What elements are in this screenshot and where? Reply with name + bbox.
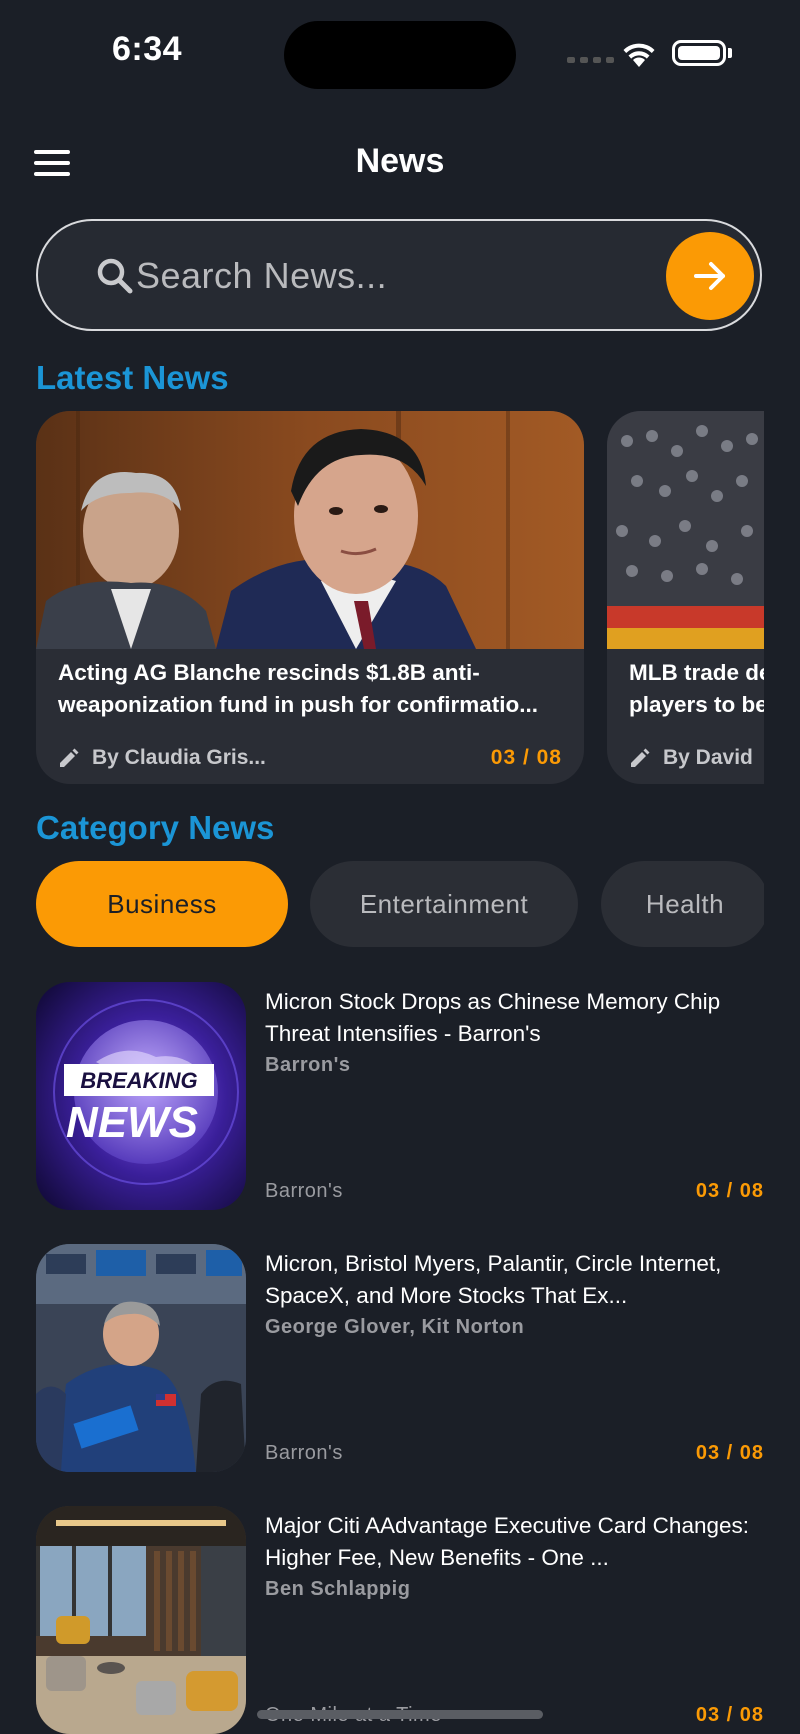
wifi-icon [623,43,655,67]
dynamic-island [284,21,516,89]
home-indicator[interactable] [257,1710,543,1719]
battery-tip [728,48,732,58]
news-card-date: 03 / 08 [490,746,562,769]
article-thumbnail [36,1506,246,1734]
news-card-author: By Claudia Gris... [58,746,266,770]
article-thumbnail: BREAKING NEWS [36,982,246,1210]
latest-news-carousel[interactable]: Acting AG Blanche rescinds $1.8B anti-we… [36,411,764,784]
list-item[interactable]: Major Citi AAdvantage Executive Card Cha… [36,1506,764,1734]
arrow-right-icon [694,262,725,290]
article-thumbnail [36,1244,246,1472]
article-date: 03 / 08 [695,1704,764,1726]
page-title: News [355,142,445,180]
news-card-author: By David [629,746,753,770]
news-card-title: Acting AG Blanche rescinds $1.8B anti-we… [58,660,538,717]
status-time: 6:34 [112,30,183,68]
news-card-image [36,411,584,649]
search-icon [97,258,133,294]
thumbnail-news-text: NEWS [66,1098,198,1147]
battery-icon [672,40,726,66]
chip-health[interactable]: Health [601,861,764,947]
category-news-heading: Category News [36,809,275,846]
article-author: Barron's [265,1054,351,1076]
list-item[interactable]: BREAKING NEWS Micron Stock Drops as Chin… [36,982,764,1210]
article-source: Barron's [265,1442,343,1464]
article-source: Barron's [265,1180,343,1202]
article-title: Micron Stock Drops as Chinese Memory Chi… [265,989,721,1046]
article-title: Micron, Bristol Myers, Palantir, Circle … [265,1251,722,1308]
article-author: Ben Schlappig [265,1578,411,1600]
chip-business[interactable]: Business [36,861,288,947]
list-item[interactable]: Micron, Bristol Myers, Palantir, Circle … [36,1244,764,1472]
search-input[interactable] [134,245,678,307]
cellular-signal-icon [567,57,614,63]
latest-news-heading: Latest News [36,359,229,396]
news-card[interactable]: MLB trade deadline: players to be dealt … [607,411,764,784]
news-card[interactable]: Acting AG Blanche rescinds $1.8B anti-we… [36,411,584,784]
news-card-author-name: By David [663,746,753,769]
pencil-icon [60,748,79,767]
article-date: 03 / 08 [695,1180,764,1202]
news-card-image [607,411,764,649]
thumbnail-breaking-text: BREAKING [80,1068,197,1093]
search-bar [36,219,762,331]
article-date: 03 / 08 [695,1442,764,1464]
search-submit-button[interactable] [666,232,754,320]
news-card-title: MLB trade deadline: players to be dealt … [629,660,764,717]
article-author: George Glover, Kit Norton [265,1316,525,1338]
category-chips: Business Entertainment Health [36,861,764,947]
article-title: Major Citi AAdvantage Executive Card Cha… [265,1513,750,1570]
news-card-author-name: By Claudia Gris... [92,746,266,769]
chip-entertainment[interactable]: Entertainment [310,861,578,947]
pencil-icon [631,748,650,767]
